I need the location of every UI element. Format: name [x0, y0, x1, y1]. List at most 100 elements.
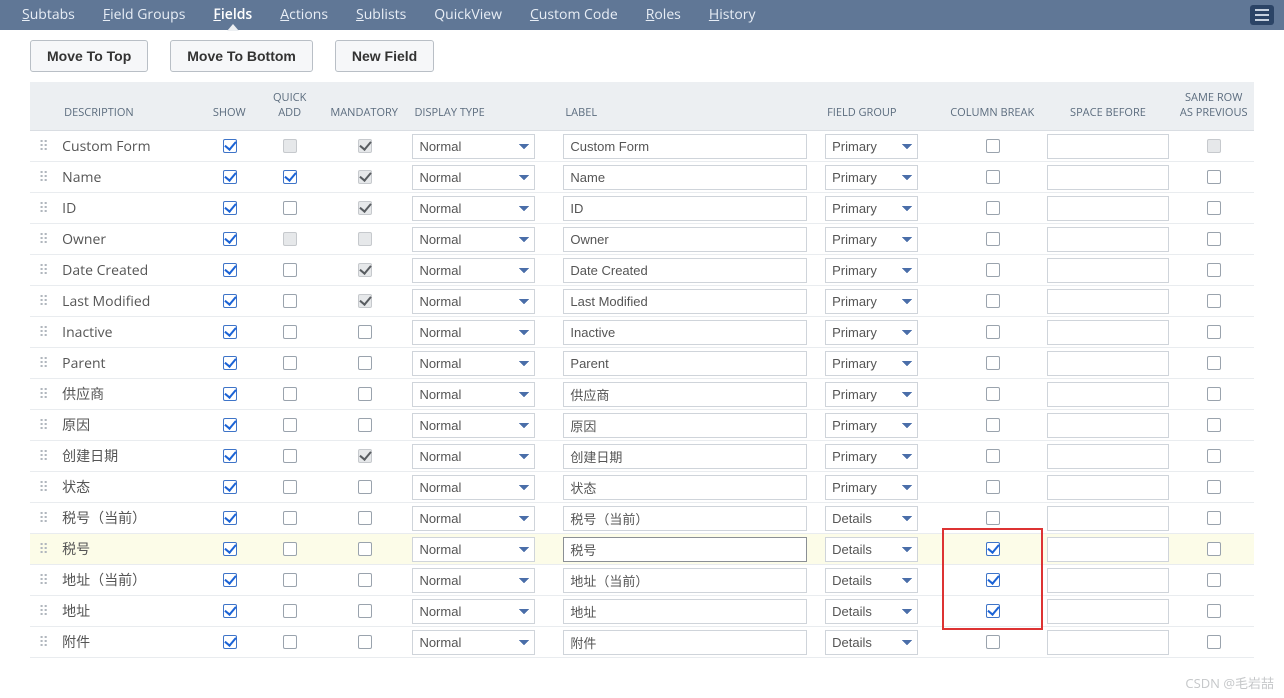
- field-group-select[interactable]: PrimaryDetails: [825, 537, 918, 562]
- space-before-input[interactable]: [1047, 134, 1170, 159]
- table-row[interactable]: ⠿税号NormalPrimaryDetails: [30, 534, 1254, 565]
- drag-handle-icon[interactable]: ⠿: [30, 534, 58, 565]
- drag-handle-icon[interactable]: ⠿: [30, 379, 58, 410]
- drag-handle-icon[interactable]: ⠿: [30, 565, 58, 596]
- show-checkbox[interactable]: [223, 294, 237, 308]
- display-type-select[interactable]: Normal: [412, 599, 535, 624]
- field-group-select[interactable]: PrimaryDetails: [825, 289, 918, 314]
- tab-subtabs[interactable]: Subtabs: [8, 0, 89, 30]
- mandatory-checkbox[interactable]: [358, 387, 372, 401]
- same-row-checkbox[interactable]: [1207, 542, 1221, 556]
- field-group-select[interactable]: PrimaryDetails: [825, 444, 918, 469]
- same-row-checkbox[interactable]: [1207, 294, 1221, 308]
- field-group-select[interactable]: PrimaryDetails: [825, 630, 918, 655]
- field-group-select[interactable]: PrimaryDetails: [825, 568, 918, 593]
- drag-handle-icon[interactable]: ⠿: [30, 441, 58, 472]
- col-description[interactable]: DESCRIPTION: [58, 82, 199, 131]
- label-input[interactable]: [563, 351, 807, 376]
- drag-handle-icon[interactable]: ⠿: [30, 596, 58, 627]
- space-before-input[interactable]: [1047, 289, 1170, 314]
- drag-handle-icon[interactable]: ⠿: [30, 410, 58, 441]
- space-before-input[interactable]: [1047, 165, 1170, 190]
- mandatory-checkbox[interactable]: [358, 480, 372, 494]
- quick-add-checkbox[interactable]: [283, 294, 297, 308]
- field-group-select[interactable]: PrimaryDetails: [825, 320, 918, 345]
- display-type-select[interactable]: Normal: [412, 630, 535, 655]
- tab-sublists[interactable]: Sublists: [342, 0, 420, 30]
- mandatory-checkbox[interactable]: [358, 325, 372, 339]
- quick-add-checkbox[interactable]: [283, 604, 297, 618]
- mandatory-checkbox[interactable]: [358, 635, 372, 649]
- label-input[interactable]: [563, 568, 807, 593]
- quick-add-checkbox[interactable]: [283, 542, 297, 556]
- show-checkbox[interactable]: [223, 263, 237, 277]
- space-before-input[interactable]: [1047, 320, 1170, 345]
- drag-handle-icon[interactable]: ⠿: [30, 162, 58, 193]
- table-row[interactable]: ⠿ParentNormalPrimaryDetails: [30, 348, 1254, 379]
- same-row-checkbox[interactable]: [1207, 511, 1221, 525]
- space-before-input[interactable]: [1047, 196, 1170, 221]
- label-input[interactable]: [563, 506, 807, 531]
- column-break-checkbox[interactable]: [986, 139, 1000, 153]
- show-checkbox[interactable]: [223, 170, 237, 184]
- move-to-bottom-button[interactable]: Move To Bottom: [170, 40, 313, 72]
- column-break-checkbox[interactable]: [986, 170, 1000, 184]
- show-checkbox[interactable]: [223, 449, 237, 463]
- space-before-input[interactable]: [1047, 475, 1170, 500]
- quick-add-checkbox[interactable]: [283, 170, 297, 184]
- space-before-input[interactable]: [1047, 599, 1170, 624]
- display-type-select[interactable]: Normal: [412, 196, 535, 221]
- same-row-checkbox[interactable]: [1207, 480, 1221, 494]
- table-row[interactable]: ⠿InactiveNormalPrimaryDetails: [30, 317, 1254, 348]
- table-row[interactable]: ⠿IDNormalPrimaryDetails: [30, 193, 1254, 224]
- table-row[interactable]: ⠿地址（当前）NormalPrimaryDetails: [30, 565, 1254, 596]
- same-row-checkbox[interactable]: [1207, 263, 1221, 277]
- tab-menu-icon[interactable]: [1250, 5, 1274, 25]
- show-checkbox[interactable]: [223, 201, 237, 215]
- mandatory-checkbox[interactable]: [358, 542, 372, 556]
- show-checkbox[interactable]: [223, 356, 237, 370]
- display-type-select[interactable]: Normal: [412, 537, 535, 562]
- drag-handle-icon[interactable]: ⠿: [30, 193, 58, 224]
- display-type-select[interactable]: Normal: [412, 227, 535, 252]
- same-row-checkbox[interactable]: [1207, 170, 1221, 184]
- drag-handle-icon[interactable]: ⠿: [30, 131, 58, 162]
- display-type-select[interactable]: Normal: [412, 258, 535, 283]
- space-before-input[interactable]: [1047, 351, 1170, 376]
- field-group-select[interactable]: PrimaryDetails: [825, 134, 918, 159]
- label-input[interactable]: [563, 413, 807, 438]
- space-before-input[interactable]: [1047, 568, 1170, 593]
- space-before-input[interactable]: [1047, 258, 1170, 283]
- quick-add-checkbox[interactable]: [283, 325, 297, 339]
- column-break-checkbox[interactable]: [986, 387, 1000, 401]
- same-row-checkbox[interactable]: [1207, 356, 1221, 370]
- column-break-checkbox[interactable]: [986, 542, 1000, 556]
- col-display-type[interactable]: DISPLAY TYPE: [408, 82, 539, 131]
- same-row-checkbox[interactable]: [1207, 418, 1221, 432]
- label-input[interactable]: [563, 630, 807, 655]
- column-break-checkbox[interactable]: [986, 418, 1000, 432]
- label-input[interactable]: [563, 289, 807, 314]
- field-group-select[interactable]: PrimaryDetails: [825, 599, 918, 624]
- space-before-input[interactable]: [1047, 382, 1170, 407]
- display-type-select[interactable]: Normal: [412, 444, 535, 469]
- label-input[interactable]: [563, 382, 807, 407]
- space-before-input[interactable]: [1047, 444, 1170, 469]
- label-input[interactable]: [563, 165, 807, 190]
- show-checkbox[interactable]: [223, 542, 237, 556]
- show-checkbox[interactable]: [223, 480, 237, 494]
- quick-add-checkbox[interactable]: [283, 356, 297, 370]
- col-quick-add[interactable]: QUICK ADD: [259, 82, 319, 131]
- space-before-input[interactable]: [1047, 506, 1170, 531]
- column-break-checkbox[interactable]: [986, 201, 1000, 215]
- label-input[interactable]: [563, 258, 807, 283]
- drag-handle-icon[interactable]: ⠿: [30, 286, 58, 317]
- col-space-before[interactable]: SPACE BEFORE: [1043, 82, 1174, 131]
- space-before-input[interactable]: [1047, 413, 1170, 438]
- table-row[interactable]: ⠿Last ModifiedNormalPrimaryDetails: [30, 286, 1254, 317]
- column-break-checkbox[interactable]: [986, 573, 1000, 587]
- show-checkbox[interactable]: [223, 139, 237, 153]
- col-field-group[interactable]: FIELD GROUP: [821, 82, 922, 131]
- quick-add-checkbox[interactable]: [283, 263, 297, 277]
- column-break-checkbox[interactable]: [986, 325, 1000, 339]
